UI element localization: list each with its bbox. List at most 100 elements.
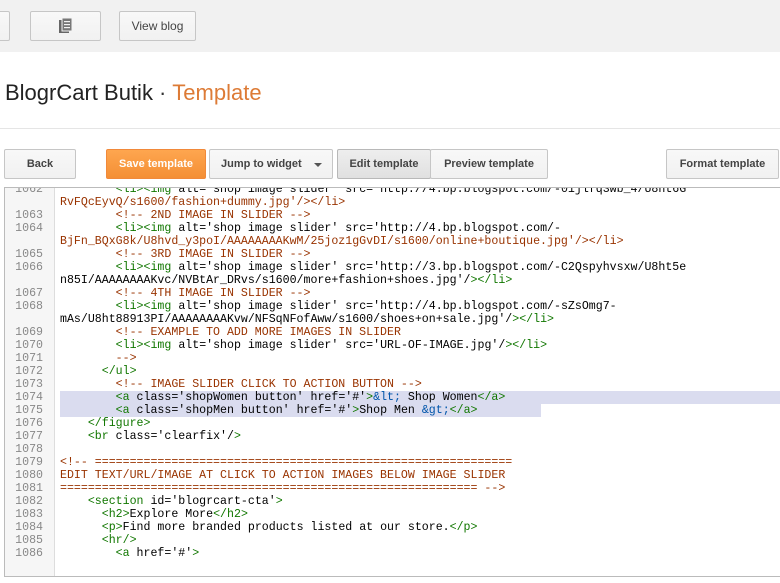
code-line: n85I/AAAAAAAAKvc/NVBtAr_DRvs/s1600/more+… [5,274,780,287]
line-code: <section id='blogrcart-cta'> [87,495,283,508]
line-number: 1081 [15,482,43,495]
line-code: <p>Find more branded products listed at … [101,521,478,534]
top-bar: View blog [0,0,780,52]
line-code: <!-- EXAMPLE TO ADD MORE IMAGES IN SLIDE… [60,326,401,339]
line-code: <!-- ===================================… [60,456,513,469]
line-code: ========================================… [60,482,506,495]
code-line: 1086 <a href='#'> [5,547,780,560]
code-line: 1069 <!-- EXAMPLE TO ADD MORE IMAGES IN … [5,326,780,339]
line-code: </figure> [87,417,151,430]
code-line: 1084 <p>Find more branded products liste… [5,521,780,534]
title-separator: · [158,80,167,105]
line-number: 1062 [15,187,43,196]
code-line: 1076 </figure> [5,417,780,430]
line-number: 1077 [15,430,43,443]
code-line: 1065 <!-- 3RD IMAGE IN SLIDER --> [5,248,780,261]
line-code: <a href='#'> [115,547,200,560]
code-line: BjFn_BQxG8k/U8hvd_y3poI/AAAAAAAAKwM/25jo… [5,235,780,248]
code-line: 1083 <h2>Explore More</h2> [5,508,780,521]
code-line: 1082 <section id='blogrcart-cta'> [5,495,780,508]
chevron-down-icon [314,163,322,167]
copy-pages-icon [59,17,73,33]
code-line: 1062 <li><img alt='shop image slider' sr… [5,187,780,196]
code-line: 1071 --> [5,352,780,365]
line-code: <h2>Explore More</h2> [101,508,248,521]
line-code: </ul> [101,365,137,378]
page-title: BlogrCart Butik · Template [5,80,262,106]
line-number: 1064 [15,222,43,235]
section-name: Template [172,80,262,105]
line-code: <!-- 4TH IMAGE IN SLIDER --> [60,287,311,300]
line-code: <!-- IMAGE SLIDER CLICK TO ACTION BUTTON… [60,378,422,391]
code-line: 1077 <br class='clearfix'/> [5,430,780,443]
line-code: <!-- 2ND IMAGE IN SLIDER --> [60,209,311,222]
code-line: 1085 <hr/> [5,534,780,547]
line-number: 1076 [15,417,43,430]
code-line: 1074 <a class='shopWomen button' href='#… [5,391,780,404]
preview-template-tab[interactable]: Preview template [430,149,548,179]
pages-button[interactable] [30,11,101,41]
line-code: n85I/AAAAAAAAKvc/NVBtAr_DRvs/s1600/more+… [60,274,513,287]
line-number: 1067 [15,287,43,300]
code-line: 1070 <li><img alt='shop image slider' sr… [5,339,780,352]
line-number: 1069 [15,326,43,339]
line-number: 1063 [15,209,43,222]
line-number: 1083 [15,508,43,521]
left-nav-button[interactable] [0,11,10,41]
line-number: 1070 [15,339,43,352]
line-number: 1082 [15,495,43,508]
line-number: 1068 [15,300,43,313]
line-code: <li><img alt='shop image slider' src='ht… [115,300,617,313]
line-number: 1075 [15,404,43,417]
format-template-button[interactable]: Format template [666,149,779,179]
line-number: 1072 [15,365,43,378]
jump-to-widget-dropdown[interactable]: Jump to widget [209,149,333,179]
jump-to-widget-label: Jump to widget [221,158,302,170]
line-code: <li><img alt='shop image slider' src='UR… [115,339,548,352]
line-code: BjFn_BQxG8k/U8hvd_y3poI/AAAAAAAAKwM/25jo… [60,235,624,248]
code-line: RvFQcEyvQ/s1600/fashion+dummy.jpg'/></li… [5,196,780,209]
line-code: <hr/> [101,534,137,547]
header-divider [0,128,780,129]
code-line: 1064 <li><img alt='shop image slider' sr… [5,222,780,235]
line-number: 1074 [15,391,43,404]
line-code: <li><img alt='shop image slider' src='ht… [115,187,687,196]
code-line: mAs/U8ht88913PI/AAAAAAAAKvw/NFSqNFofAww/… [5,313,780,326]
code-line: 1079 <!-- ===============================… [5,456,780,469]
code-line: 1073 <!-- IMAGE SLIDER CLICK TO ACTION B… [5,378,780,391]
line-number: 1086 [15,547,43,560]
line-code: <!-- 3RD IMAGE IN SLIDER --> [60,248,311,261]
line-code: --> [60,352,137,365]
line-code: <a class='shopMen button' href='#'>Shop … [115,404,478,417]
save-template-button[interactable]: Save template [106,149,206,179]
edit-template-tab[interactable]: Edit template [337,149,431,179]
line-code: EDIT TEXT/URL/IMAGE AT CLICK TO ACTION I… [60,469,506,482]
line-code: <li><img alt='shop image slider' src='ht… [115,222,561,235]
code-line: 1068 <li><img alt='shop image slider' sr… [5,300,780,313]
line-number: 1079 [15,456,43,469]
line-code: RvFQcEyvQ/s1600/fashion+dummy.jpg'/></li… [60,196,346,209]
code-line: 1063 <!-- 2ND IMAGE IN SLIDER --> [5,209,780,222]
view-blog-button[interactable]: View blog [119,11,196,41]
line-number: 1080 [15,469,43,482]
line-code: mAs/U8ht88913PI/AAAAAAAAKvw/NFSqNFofAww/… [60,313,555,326]
line-code: <a class='shopWomen button' href='#'>&lt… [115,391,506,404]
line-number: 1066 [15,261,43,274]
line-code: <li><img alt='shop image slider' src='ht… [115,261,687,274]
code-line: 1072 </ul> [5,365,780,378]
code-line: 1081 ====================================… [5,482,780,495]
line-number: 1078 [15,443,43,456]
line-number: 1073 [15,378,43,391]
code-line: 1075 <a class='shopMen button' href='#'>… [5,404,780,417]
line-number: 1084 [15,521,43,534]
line-number: 1085 [15,534,43,547]
line-number: 1071 [15,352,43,365]
code-line: 1067 <!-- 4TH IMAGE IN SLIDER --> [5,287,780,300]
line-code: <br class='clearfix'/> [87,430,241,443]
code-line: 1078 [5,443,780,456]
blog-name: BlogrCart Butik [5,80,153,105]
code-line: 1066 <li><img alt='shop image slider' sr… [5,261,780,274]
code-editor[interactable]: 1062 <li><img alt='shop image slider' sr… [4,187,780,577]
code-line: 1080 EDIT TEXT/URL/IMAGE AT CLICK TO ACTI… [5,469,780,482]
back-button[interactable]: Back [4,149,76,179]
